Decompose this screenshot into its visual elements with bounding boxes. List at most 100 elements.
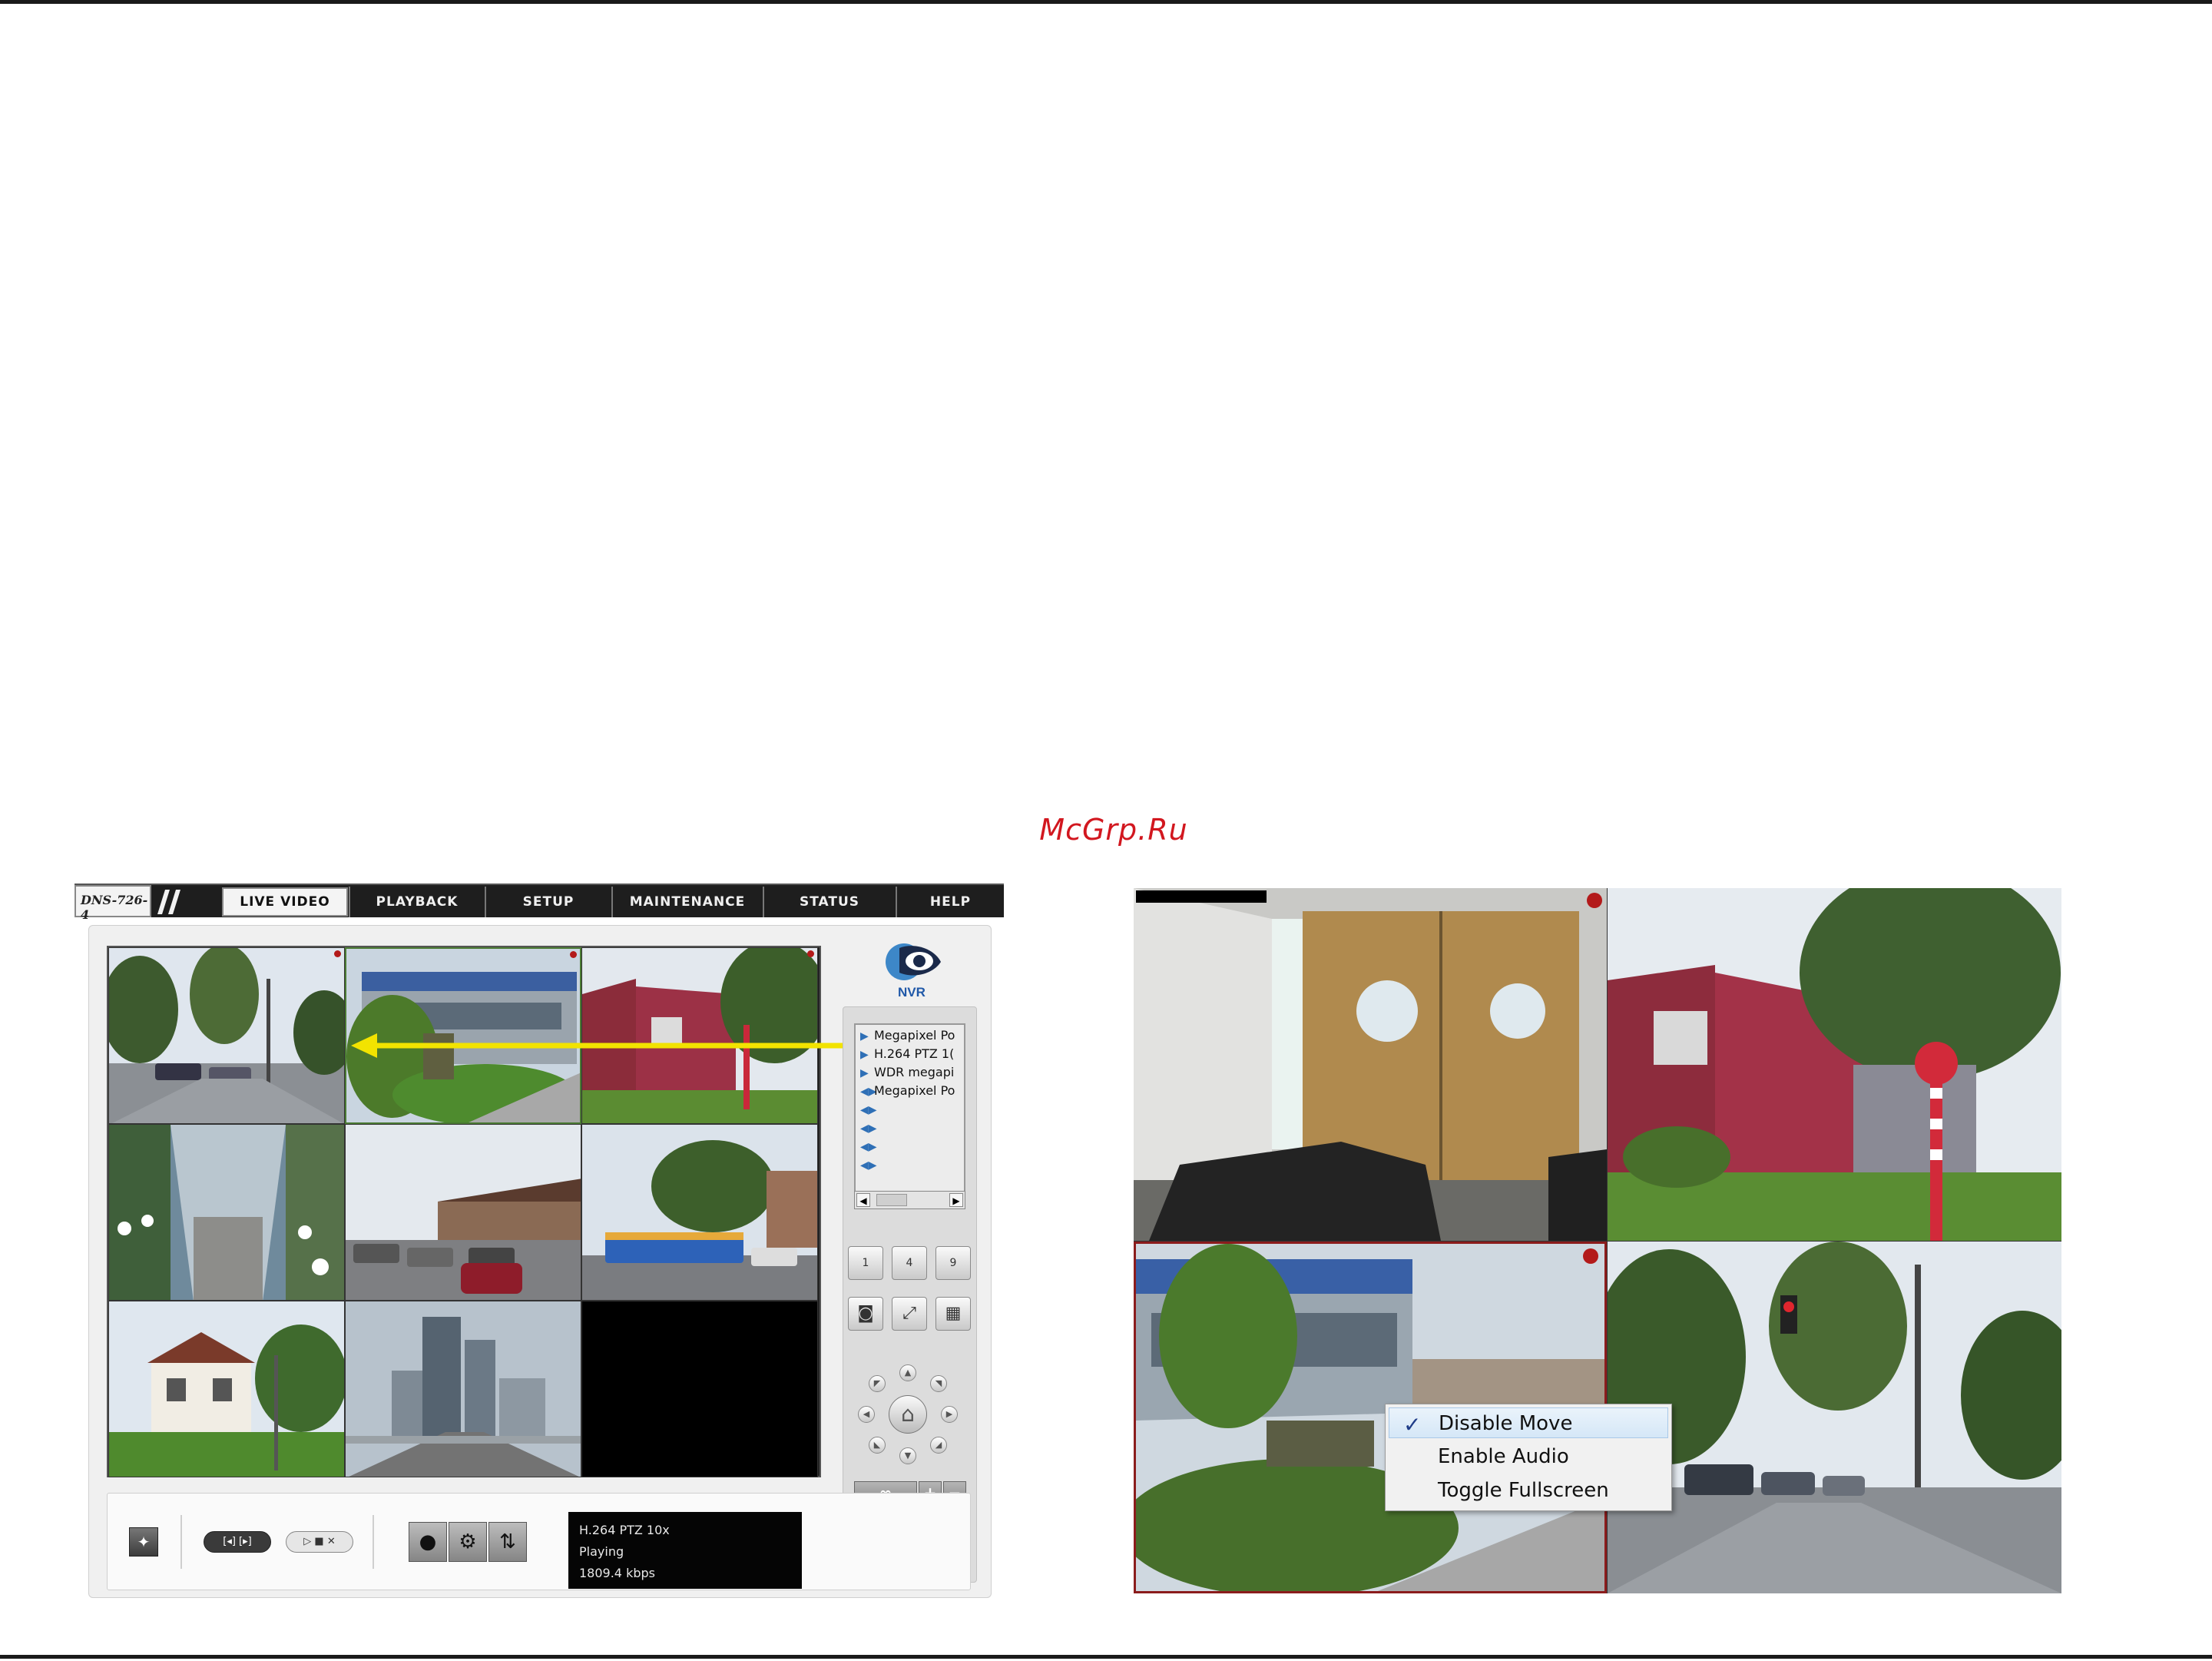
layout-9-button[interactable]: 9 — [935, 1246, 971, 1280]
ptz-down-left-icon[interactable]: ◣ — [869, 1437, 886, 1454]
camera-grid — [107, 946, 821, 1477]
menu-item-disable-move[interactable]: ✓ Disable Move — [1389, 1407, 1668, 1438]
checkmark-icon: ✓ — [1403, 1412, 1422, 1437]
bottom-rule — [0, 1655, 2212, 1659]
camera-feed-parking — [346, 1125, 581, 1300]
list-item[interactable]: ◀▶ — [860, 1102, 964, 1119]
sequence-button[interactable]: ▦ — [935, 1297, 971, 1331]
tab-status[interactable]: STATUS — [763, 887, 895, 917]
camera-feed-stairs — [109, 1125, 344, 1300]
audio-icon: ◀▶ — [860, 1122, 877, 1135]
list-item[interactable]: ▶ Megapixel Po — [860, 1028, 964, 1045]
layout-4-button[interactable]: 4 — [892, 1246, 927, 1280]
playback-controls[interactable]: ▷ ■ ✕ — [286, 1531, 353, 1553]
menu-item-enable-audio[interactable]: Enable Audio — [1389, 1441, 1668, 1472]
play-icon: ▶ — [860, 1067, 869, 1079]
camera-view-8[interactable] — [345, 1301, 581, 1477]
ptz-up-icon[interactable]: ▲ — [899, 1364, 916, 1381]
camera-icon: ◙ — [857, 1304, 874, 1323]
context-menu: ✓ Disable Move Enable Audio Toggle Fulls… — [1385, 1404, 1672, 1511]
camera-feed-house-large — [1608, 888, 2061, 1241]
play-icon: ▶ — [860, 1049, 869, 1061]
tab-help[interactable]: HELP — [896, 887, 1004, 917]
ptz-control-pad: ▲ ◥ ▶ ◢ ▼ ◣ ◀ ◤ ⌂ — [858, 1364, 958, 1464]
status-bitrate: 1809.4 kbps — [579, 1566, 655, 1580]
status-state: Playing — [579, 1544, 624, 1559]
expand-icon: ⤢ — [902, 1304, 916, 1323]
camera-view-street[interactable] — [1608, 1242, 2061, 1593]
sequence-icon: ▦ — [945, 1304, 962, 1323]
status-camera-name: H.264 PTZ 10x — [579, 1523, 670, 1537]
timestamp-overlay — [1136, 890, 1267, 903]
record-indicator-icon — [570, 951, 577, 958]
camera-feed-street — [109, 948, 344, 1123]
ptz-right-icon[interactable]: ▶ — [941, 1406, 958, 1423]
camera-view-9-empty[interactable] — [581, 1301, 818, 1477]
list-item[interactable]: ◀▶ — [860, 1139, 964, 1155]
settings-button[interactable]: ⚙ — [449, 1522, 487, 1562]
tab-setup[interactable]: SETUP — [485, 887, 611, 917]
list-item[interactable]: ▶ H.264 PTZ 1( — [860, 1046, 964, 1063]
camera-feed-street-large — [1608, 1242, 2061, 1593]
ptz-down-right-icon[interactable]: ◢ — [930, 1437, 947, 1454]
ptz-up-right-icon[interactable]: ◥ — [930, 1375, 947, 1392]
list-item[interactable]: ◀▶ — [860, 1120, 964, 1137]
nvr-live-video-window: DNS-726-4 LIVE VIDEO PLAYBACK SETUP MAIN… — [75, 884, 1004, 1598]
camera-view-4[interactable] — [108, 1124, 345, 1301]
record-button[interactable]: ● — [409, 1522, 447, 1562]
ptz-home-icon[interactable]: ⌂ — [889, 1395, 927, 1434]
record-indicator-icon — [807, 950, 814, 957]
play-icon: ▶ — [860, 1030, 869, 1043]
tab-live-video[interactable]: LIVE VIDEO — [222, 887, 348, 917]
layout-1-button[interactable]: 1 — [848, 1246, 883, 1280]
drag-arrow-annotation — [351, 1033, 919, 1058]
list-item[interactable]: ◀▶ — [860, 1157, 964, 1174]
camera-view-7[interactable] — [108, 1301, 345, 1477]
brand-slashes-icon — [157, 890, 180, 914]
audio-icon: ◀▶ — [860, 1086, 877, 1098]
brand-label: DNS-726-4 — [75, 885, 151, 922]
ptz-left-icon[interactable]: ◀ — [858, 1406, 875, 1423]
audio-icon: ◀▶ — [860, 1104, 877, 1116]
scroll-left-icon[interactable]: ◀ — [856, 1193, 870, 1207]
tab-playback[interactable]: PLAYBACK — [349, 887, 484, 917]
nvr-logo-text: NVR — [898, 985, 926, 1000]
snapshot-button[interactable]: ◙ — [848, 1297, 883, 1331]
camera-list[interactable]: ▶ Megapixel Po ▶ H.264 PTZ 1( ▶ WDR megapi … — [854, 1023, 965, 1208]
camera-view-6[interactable] — [581, 1124, 818, 1301]
record-indicator-icon — [334, 950, 341, 957]
play-stop-close-icon: ▷ ■ ✕ — [303, 1536, 336, 1547]
record-indicator-icon — [1583, 1248, 1598, 1264]
status-display: H.264 PTZ 10x Playing 1809.4 kbps — [568, 1512, 802, 1589]
camera-feed-bus — [582, 1125, 817, 1300]
audio-toggle-button[interactable]: [◂] [▸] — [204, 1531, 271, 1553]
fullscreen-button[interactable]: ⤢ — [892, 1297, 927, 1331]
transfer-button[interactable]: ⇅ — [488, 1522, 527, 1562]
audio-icon: ◀▶ — [860, 1141, 877, 1153]
audio-icon: ◀▶ — [860, 1159, 877, 1172]
record-icon: ● — [419, 1530, 437, 1553]
nvr-eye-logo-icon: NVR — [886, 943, 941, 1000]
camera-view-1[interactable] — [108, 947, 345, 1124]
list-item[interactable]: ◀▶Megapixel Po — [860, 1083, 964, 1100]
camera-view-house[interactable] — [1608, 888, 2061, 1241]
gear-icon: ⚙ — [459, 1530, 477, 1553]
ptz-up-left-icon[interactable]: ◤ — [869, 1375, 886, 1392]
top-rule — [0, 0, 2212, 4]
bottom-control-bar: ✦ [◂] [▸] ▷ ■ ✕ ● ⚙ ⇅ — [107, 1493, 971, 1590]
camera-list-scrollbar[interactable]: ◀ ▶ — [854, 1191, 965, 1209]
watermark: McGrp.Ru — [1039, 813, 1188, 847]
ptz-down-icon[interactable]: ▼ — [899, 1447, 916, 1464]
list-item[interactable]: ▶ WDR megapi — [860, 1065, 964, 1082]
pin-icon[interactable]: ✦ — [129, 1527, 158, 1557]
camera-view-office[interactable] — [1134, 888, 1607, 1241]
scroll-right-icon[interactable]: ▶ — [949, 1193, 963, 1207]
camera-view-5[interactable] — [345, 1124, 581, 1301]
top-nav-bar: DNS-726-4 LIVE VIDEO PLAYBACK SETUP MAIN… — [75, 884, 1004, 922]
menu-item-toggle-fullscreen[interactable]: Toggle Fullscreen — [1389, 1475, 1668, 1506]
speaker-icon: [◂] [▸] — [223, 1536, 252, 1547]
camera-feed-skyline — [346, 1301, 581, 1477]
transfer-icon: ⇅ — [499, 1530, 516, 1553]
scroll-thumb[interactable] — [876, 1194, 907, 1206]
tab-maintenance[interactable]: MAINTENANCE — [611, 887, 762, 917]
